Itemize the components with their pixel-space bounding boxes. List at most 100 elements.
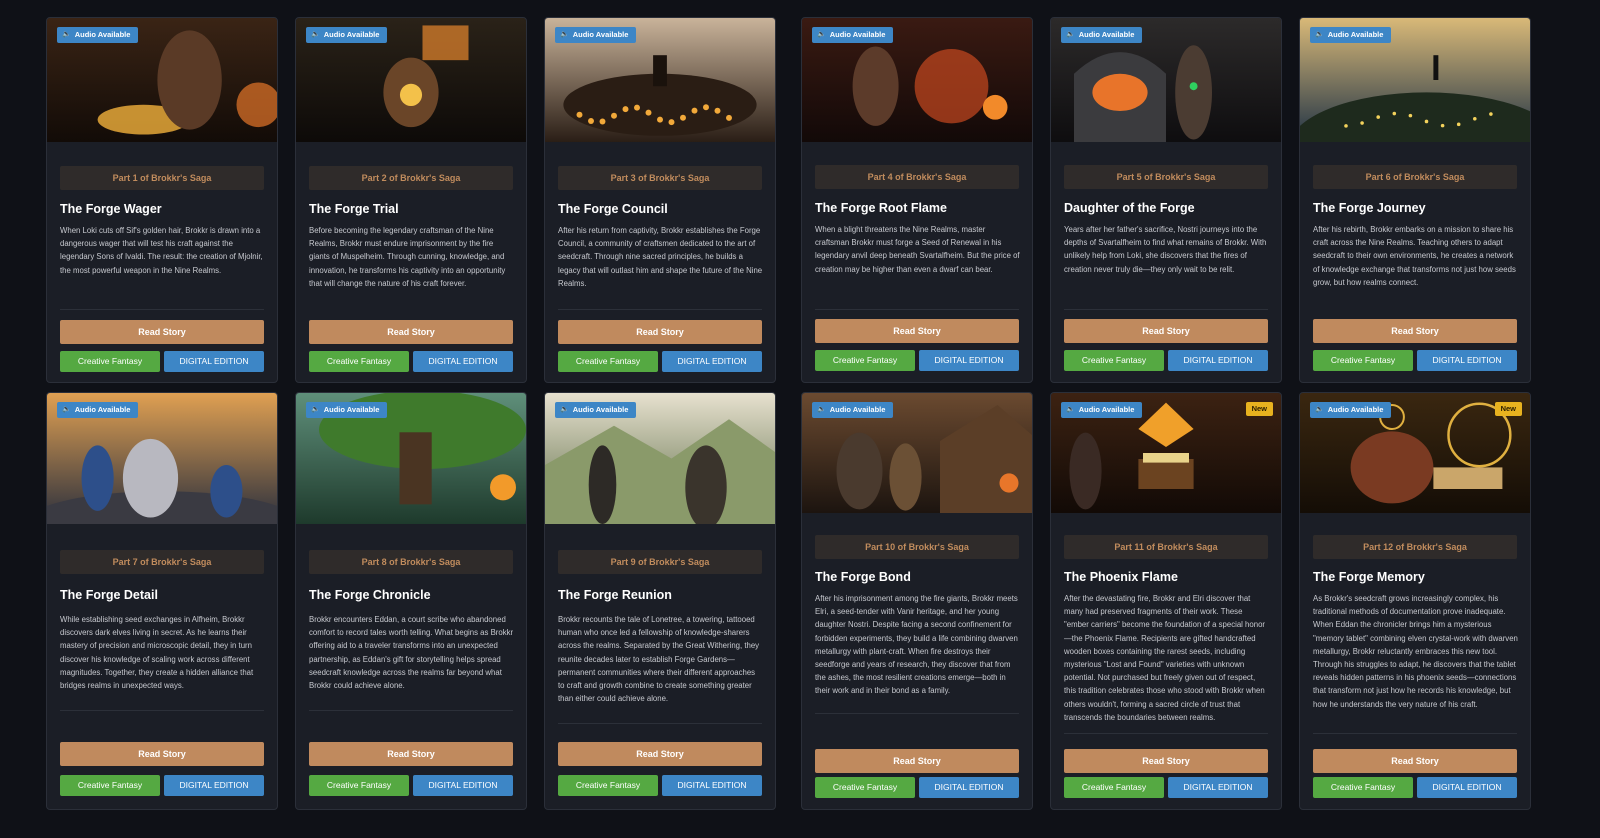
story-title[interactable]: The Forge Bond <box>815 570 1022 584</box>
audio-badge-label: Audio Available <box>323 30 380 39</box>
story-title[interactable]: The Forge Memory <box>1313 570 1520 584</box>
speaker-icon: 🔈 <box>62 406 71 413</box>
story-part-label: Part 11 of Brokkr's Saga <box>1064 535 1268 559</box>
story-card: 🔈 Audio Available Part 2 of Brokkr's Sag… <box>295 17 527 383</box>
audio-available-badge: 🔈 Audio Available <box>812 402 894 418</box>
audio-available-badge: 🔈 Audio Available <box>57 402 139 418</box>
genre-tag[interactable]: Creative Fantasy <box>1313 350 1413 371</box>
genre-tag[interactable]: Creative Fantasy <box>60 775 160 796</box>
digital-edition-tag[interactable]: DIGITAL EDITION <box>662 351 762 372</box>
genre-tag[interactable]: Creative Fantasy <box>1313 777 1413 798</box>
audio-available-badge: 🔈 Audio Available <box>306 402 388 418</box>
digital-edition-tag[interactable]: DIGITAL EDITION <box>413 775 513 796</box>
card-divider <box>1064 733 1268 734</box>
story-card: 🔈 Audio Available Part 10 of Brokkr's Sa… <box>801 392 1033 810</box>
digital-edition-tag[interactable]: DIGITAL EDITION <box>164 351 264 372</box>
read-story-button[interactable]: Read Story <box>309 320 513 344</box>
genre-tag[interactable]: Creative Fantasy <box>1064 777 1164 798</box>
audio-available-badge: 🔈 Audio Available <box>812 27 894 43</box>
speaker-icon: 🔈 <box>560 406 569 413</box>
story-card: 🔈 Audio Available Part 1 of Brokkr's Sag… <box>46 17 278 383</box>
story-part-label: Part 5 of Brokkr's Saga <box>1064 165 1268 189</box>
audio-badge-label: Audio Available <box>74 405 131 414</box>
new-badge: New <box>1245 402 1273 416</box>
audio-badge-label: Audio Available <box>829 405 886 414</box>
genre-tag[interactable]: Creative Fantasy <box>815 777 915 798</box>
story-grid: 🔈 Audio Available Part 1 of Brokkr's Sag… <box>0 0 1600 838</box>
digital-edition-tag[interactable]: DIGITAL EDITION <box>1168 777 1268 798</box>
genre-tag[interactable]: Creative Fantasy <box>558 351 658 372</box>
audio-badge-label: Audio Available <box>829 30 886 39</box>
speaker-icon: 🔈 <box>311 31 320 38</box>
story-title[interactable]: The Phoenix Flame <box>1064 570 1271 584</box>
card-divider <box>1064 309 1268 310</box>
read-story-button[interactable]: Read Story <box>815 319 1019 343</box>
digital-edition-tag[interactable]: DIGITAL EDITION <box>413 351 513 372</box>
read-story-button[interactable]: Read Story <box>815 749 1019 773</box>
story-description: After his return from captivity, Brokkr … <box>558 226 763 288</box>
card-divider <box>1313 733 1517 734</box>
story-description: As Brokkr's seedcraft grows increasingly… <box>1313 594 1518 709</box>
read-story-button[interactable]: Read Story <box>558 742 762 766</box>
story-part-label: Part 6 of Brokkr's Saga <box>1313 165 1517 189</box>
speaker-icon: 🔈 <box>1315 406 1324 413</box>
read-story-button[interactable]: Read Story <box>1313 749 1517 773</box>
story-title[interactable]: Daughter of the Forge <box>1064 201 1271 215</box>
story-title[interactable]: The Forge Journey <box>1313 201 1520 215</box>
story-description: After his imprisonment among the fire gi… <box>815 594 1018 696</box>
story-card: 🔈 Audio Available Part 5 of Brokkr's Sag… <box>1050 17 1282 383</box>
story-title[interactable]: The Forge Root Flame <box>815 201 1022 215</box>
story-part-label: Part 1 of Brokkr's Saga <box>60 166 264 190</box>
read-story-button[interactable]: Read Story <box>558 320 762 344</box>
genre-tag[interactable]: Creative Fantasy <box>558 775 658 796</box>
story-title[interactable]: The Forge Chronicle <box>309 588 516 602</box>
audio-badge-label: Audio Available <box>572 30 629 39</box>
story-description: After his rebirth, Brokkr embarks on a m… <box>1313 225 1516 287</box>
digital-edition-tag[interactable]: DIGITAL EDITION <box>1168 350 1268 371</box>
story-part-label: Part 3 of Brokkr's Saga <box>558 166 762 190</box>
read-story-button[interactable]: Read Story <box>60 320 264 344</box>
audio-available-badge: 🔈 Audio Available <box>306 27 388 43</box>
digital-edition-tag[interactable]: DIGITAL EDITION <box>1417 350 1517 371</box>
read-story-button[interactable]: Read Story <box>309 742 513 766</box>
audio-available-badge: 🔈 Audio Available <box>1061 402 1143 418</box>
story-title[interactable]: The Forge Trial <box>309 202 516 216</box>
story-title[interactable]: The Forge Wager <box>60 202 267 216</box>
story-part-label: Part 7 of Brokkr's Saga <box>60 550 264 574</box>
read-story-button[interactable]: Read Story <box>60 742 264 766</box>
story-part-label: Part 10 of Brokkr's Saga <box>815 535 1019 559</box>
audio-available-badge: 🔈 Audio Available <box>555 402 637 418</box>
read-story-button[interactable]: Read Story <box>1064 749 1268 773</box>
digital-edition-tag[interactable]: DIGITAL EDITION <box>919 777 1019 798</box>
story-title[interactable]: The Forge Council <box>558 202 765 216</box>
genre-tag[interactable]: Creative Fantasy <box>309 351 409 372</box>
speaker-icon: 🔈 <box>62 31 71 38</box>
story-description: When Loki cuts off Sif's golden hair, Br… <box>60 226 263 275</box>
card-divider <box>558 723 762 724</box>
story-description: Before becoming the legendary craftsman … <box>309 226 506 288</box>
genre-tag[interactable]: Creative Fantasy <box>60 351 160 372</box>
story-part-label: Part 8 of Brokkr's Saga <box>309 550 513 574</box>
audio-badge-label: Audio Available <box>1078 405 1135 414</box>
digital-edition-tag[interactable]: DIGITAL EDITION <box>919 350 1019 371</box>
digital-edition-tag[interactable]: DIGITAL EDITION <box>662 775 762 796</box>
story-part-label: Part 12 of Brokkr's Saga <box>1313 535 1517 559</box>
speaker-icon: 🔈 <box>311 406 320 413</box>
story-title[interactable]: The Forge Detail <box>60 588 267 602</box>
audio-available-badge: 🔈 Audio Available <box>1310 402 1392 418</box>
story-card: 🔈 Audio Available Part 4 of Brokkr's Sag… <box>801 17 1033 383</box>
speaker-icon: 🔈 <box>817 31 826 38</box>
card-divider <box>815 713 1019 714</box>
story-title[interactable]: The Forge Reunion <box>558 588 765 602</box>
audio-badge-label: Audio Available <box>1327 30 1384 39</box>
genre-tag[interactable]: Creative Fantasy <box>815 350 915 371</box>
digital-edition-tag[interactable]: DIGITAL EDITION <box>164 775 264 796</box>
read-story-button[interactable]: Read Story <box>1313 319 1517 343</box>
speaker-icon: 🔈 <box>1066 31 1075 38</box>
read-story-button[interactable]: Read Story <box>1064 319 1268 343</box>
genre-tag[interactable]: Creative Fantasy <box>309 775 409 796</box>
story-card: 🔈 Audio Available New Part 11 of Brokkr'… <box>1050 392 1282 810</box>
genre-tag[interactable]: Creative Fantasy <box>1064 350 1164 371</box>
digital-edition-tag[interactable]: DIGITAL EDITION <box>1417 777 1517 798</box>
new-badge: New <box>1494 402 1522 416</box>
